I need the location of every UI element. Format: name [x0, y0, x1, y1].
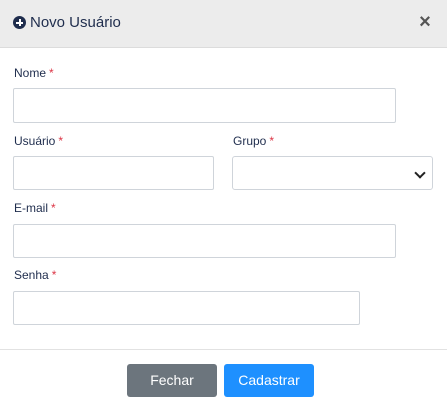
- close-icon[interactable]: ×: [417, 12, 433, 32]
- username-input[interactable]: [13, 156, 214, 190]
- modal-header: Novo Usuário ×: [0, 0, 447, 48]
- group-select[interactable]: [233, 157, 432, 189]
- email-input[interactable]: [13, 224, 396, 258]
- required-mark: *: [49, 66, 54, 80]
- required-mark: *: [269, 134, 275, 148]
- footer-divider: [0, 349, 447, 350]
- name-label: Nome *: [14, 66, 54, 80]
- submit-button[interactable]: Cadastrar: [224, 364, 314, 397]
- modal-title: Novo Usuário: [30, 14, 121, 31]
- group-select-wrapper: [232, 156, 433, 190]
- required-mark: *: [58, 134, 64, 148]
- email-label: E-mail *: [14, 201, 56, 215]
- name-input[interactable]: [13, 88, 396, 123]
- group-label: Grupo *: [233, 134, 275, 148]
- password-label: Senha *: [14, 268, 57, 282]
- plus-circle-icon: [13, 16, 26, 29]
- username-label: Usuário *: [14, 134, 64, 148]
- required-mark: *: [51, 201, 56, 215]
- password-input[interactable]: [13, 291, 360, 325]
- close-button[interactable]: Fechar: [127, 364, 217, 397]
- required-mark: *: [51, 268, 57, 282]
